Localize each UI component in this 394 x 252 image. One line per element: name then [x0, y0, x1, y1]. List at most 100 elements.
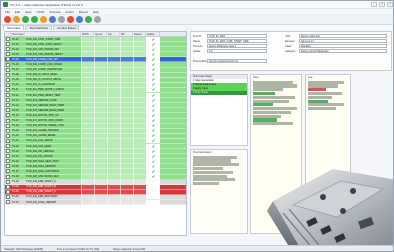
row-checkbox[interactable]	[6, 57, 10, 62]
tab-control-panel[interactable]: Control Panel	[53, 25, 80, 30]
text-line	[253, 107, 297, 111]
row-checkbox[interactable]	[6, 149, 10, 154]
menu-file[interactable]: File	[5, 10, 10, 14]
unit-field[interactable]: Device under test	[299, 34, 387, 38]
row-description: TCID_011_PWR_SUPPLY_CHECK	[26, 88, 64, 92]
row-checkbox[interactable]	[6, 47, 10, 52]
row-checkbox[interactable]	[6, 72, 10, 77]
refresh-icon[interactable]	[76, 15, 83, 23]
row-checkbox[interactable]	[6, 77, 10, 82]
close-button[interactable]: ×	[387, 2, 393, 7]
text-line	[193, 182, 219, 186]
pause-icon[interactable]	[13, 15, 20, 23]
text-line	[253, 110, 291, 115]
status-field[interactable]: 1.0	[207, 49, 267, 53]
row-checkbox[interactable]	[6, 37, 10, 42]
grid-header-desc[interactable]	[25, 32, 81, 36]
row-checkbox[interactable]	[6, 82, 10, 87]
table-row[interactable]: TC-33 TCID_033_FINAL_REPORT	[5, 199, 186, 206]
row-checkbox[interactable]	[6, 200, 10, 205]
row-checkbox[interactable]	[6, 169, 10, 174]
row-checkbox[interactable]	[6, 144, 10, 149]
row-checkbox[interactable]	[6, 133, 10, 138]
precondition-field[interactable]: Test for control Function 01	[207, 59, 267, 63]
grid-header-status[interactable]: Status	[146, 32, 160, 36]
row-checkbox[interactable]	[6, 98, 10, 103]
row-checkbox[interactable]	[6, 87, 10, 92]
record-icon[interactable]	[67, 15, 74, 23]
row-flag-cell[interactable]	[133, 199, 146, 205]
step-icon[interactable]	[31, 15, 38, 23]
row-checkbox[interactable]	[6, 164, 10, 169]
row-checkbox[interactable]	[6, 93, 10, 98]
row-checkbox[interactable]	[6, 42, 10, 47]
grid-header-ignore[interactable]: Ignore	[94, 32, 107, 36]
row-checkbox[interactable]	[6, 194, 10, 199]
stop-icon[interactable]	[4, 15, 11, 23]
maximize-button[interactable]: □	[379, 2, 385, 7]
row-checkbox[interactable]	[6, 138, 10, 143]
category-field[interactable]: Device Control Parameter	[299, 49, 387, 53]
row-checkbox[interactable]	[6, 179, 10, 184]
menu-edit[interactable]: Edit	[15, 10, 20, 14]
grid-header-rp[interactable]: RP	[120, 32, 133, 36]
grid-body: TC-01 TCID_001_CTRL_START_CMD ✔ TC-02 TCID_0…	[5, 36, 186, 206]
process-field[interactable]: Device Parameter page 1	[207, 44, 267, 48]
grid-header-retest[interactable]: Retest	[133, 32, 146, 36]
menu-html[interactable]: HTML	[36, 10, 44, 14]
row-checkbox[interactable]	[6, 128, 10, 133]
test-id-field[interactable]: TCID_01_0007	[207, 34, 267, 38]
row-checkbox[interactable]	[6, 62, 10, 67]
name-field[interactable]: TCID_01_0007_CTRL_START_CMD	[207, 39, 267, 43]
minimize-button[interactable]: _	[371, 2, 377, 7]
precondition-row: Precondition Test for control Function 0…	[193, 59, 267, 63]
row-checkbox[interactable]	[6, 108, 10, 113]
row-description: TCID_008_IO_INPUT_READ	[26, 73, 58, 77]
step-item[interactable]: 4 Test Check	[191, 91, 247, 95]
text-line	[308, 103, 344, 107]
row-checkbox[interactable]	[6, 159, 10, 164]
app-window: TCI 1.0 — Data Collection Application (T…	[0, 0, 394, 252]
row-checkbox[interactable]	[6, 118, 10, 123]
settings-icon[interactable]	[94, 15, 101, 23]
row-checkbox[interactable]	[6, 103, 10, 108]
menu-view[interactable]: View	[25, 10, 31, 14]
row-checkbox[interactable]	[6, 184, 10, 189]
row-description: TCID_006_COMM_LINK_CHECK	[26, 63, 63, 67]
grid-header-pass[interactable]: PASS	[81, 32, 94, 36]
play-icon[interactable]	[22, 15, 29, 23]
row-checkbox[interactable]	[6, 67, 10, 72]
grid-header-qa[interactable]: QA	[107, 32, 120, 36]
row-description: TCID_031_ERR_INJECT_C	[26, 190, 57, 194]
row-flag-cell[interactable]	[107, 199, 120, 205]
menu-action[interactable]: Action	[65, 10, 73, 14]
grid-header-name[interactable]: Test Case	[11, 32, 25, 36]
check-icon[interactable]	[85, 15, 92, 23]
menu-help[interactable]: Help	[93, 10, 99, 14]
row-description: TCID_013_SENSOR_CALIB	[26, 98, 57, 102]
row-name: TC-10	[12, 83, 19, 87]
row-flag-cell[interactable]	[81, 199, 94, 205]
row-checkbox[interactable]	[6, 113, 10, 118]
row-flag-cell[interactable]	[94, 199, 107, 205]
tab-test-case[interactable]: Test Case	[3, 25, 25, 30]
revision-field[interactable]: A2.rev 4.1.2	[299, 39, 387, 43]
row-flag-cell[interactable]	[120, 199, 133, 205]
row-description: TCID_024_FW_UPDATE	[26, 154, 53, 158]
row-checkbox[interactable]	[6, 189, 10, 194]
menu-report[interactable]: Report	[79, 10, 88, 14]
menu-process[interactable]: Process	[50, 10, 61, 14]
row-checkbox[interactable]	[6, 123, 10, 128]
row-checkbox[interactable]	[6, 154, 10, 159]
text-line	[308, 95, 332, 99]
save-icon[interactable]	[49, 15, 56, 23]
print-icon[interactable]	[58, 15, 65, 23]
row-checkbox[interactable]	[6, 52, 10, 57]
row-checkbox[interactable]	[6, 174, 10, 179]
unit-row: UUT Device under test	[285, 34, 387, 38]
test-steps-list: Test Case Steps 1 Step Generation 2 Rese…	[190, 74, 248, 146]
row-description: TCID_020_ALARM_RESET	[26, 134, 56, 138]
class-field[interactable]: Standard	[299, 44, 387, 48]
tab-test-definition[interactable]: Test Definition	[25, 25, 53, 30]
folder-icon[interactable]	[40, 15, 47, 23]
